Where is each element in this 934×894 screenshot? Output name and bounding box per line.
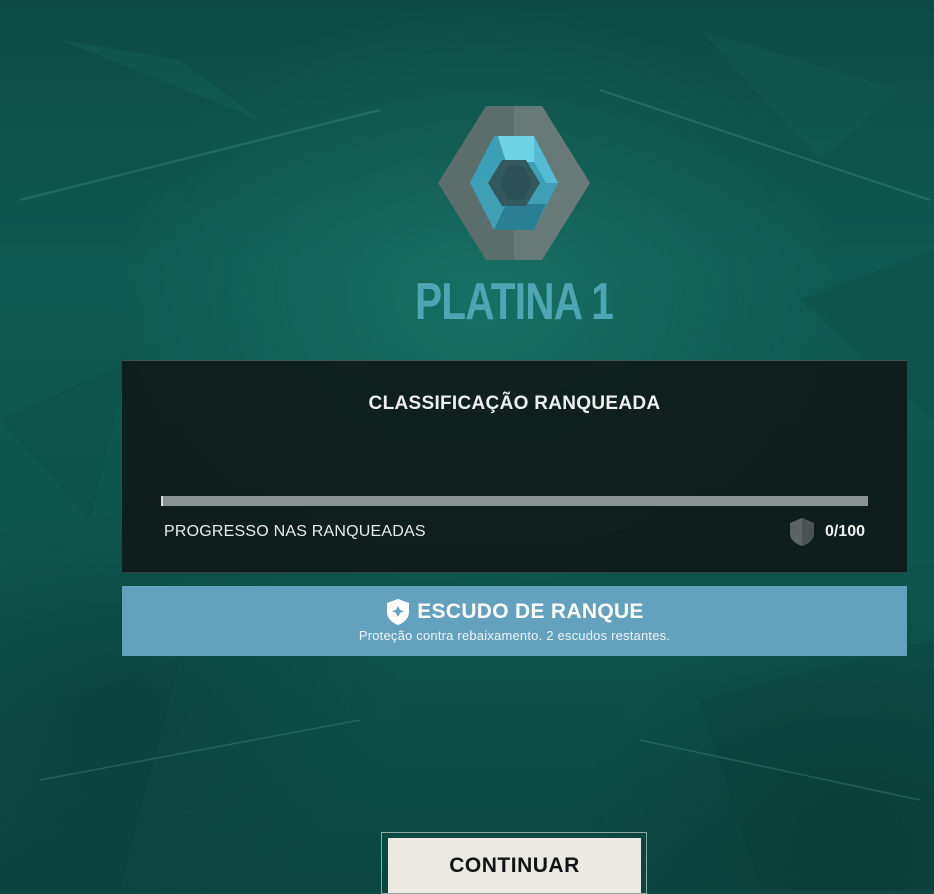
rank-rating-value: 0/100 (824, 523, 865, 540)
ranked-progress-bar (161, 496, 868, 506)
ranked-rating-panel: CLASSIFICAÇÃO RANQUEADA PROGRESSO NAS RA… (122, 360, 907, 573)
continue-button[interactable]: CONTINUAR (388, 838, 641, 893)
rank-shield-icon (387, 599, 410, 625)
rank-shield-title-row: ESCUDO DE RANQUE (122, 598, 907, 626)
platinum-rank-emblem-icon (438, 106, 590, 260)
rank-rating-group: 0/100 (789, 517, 865, 547)
ranked-progress-fill (161, 496, 163, 506)
rank-title: PLATINA 1 (414, 273, 614, 331)
progress-label: PROGRESSO NAS RANQUEADAS (164, 523, 426, 540)
rank-shield-title: ESCUDO DE RANQUE (417, 600, 644, 623)
rank-emblem (436, 104, 592, 262)
rank-shield-banner: ESCUDO DE RANQUE Proteção contra rebaixa… (122, 586, 907, 656)
panel-title: CLASSIFICAÇÃO RANQUEADA (368, 393, 661, 414)
rank-rating-shield-icon (789, 518, 814, 546)
rank-shield-description: Proteção contra rebaixamento. 2 escudos … (358, 628, 671, 643)
